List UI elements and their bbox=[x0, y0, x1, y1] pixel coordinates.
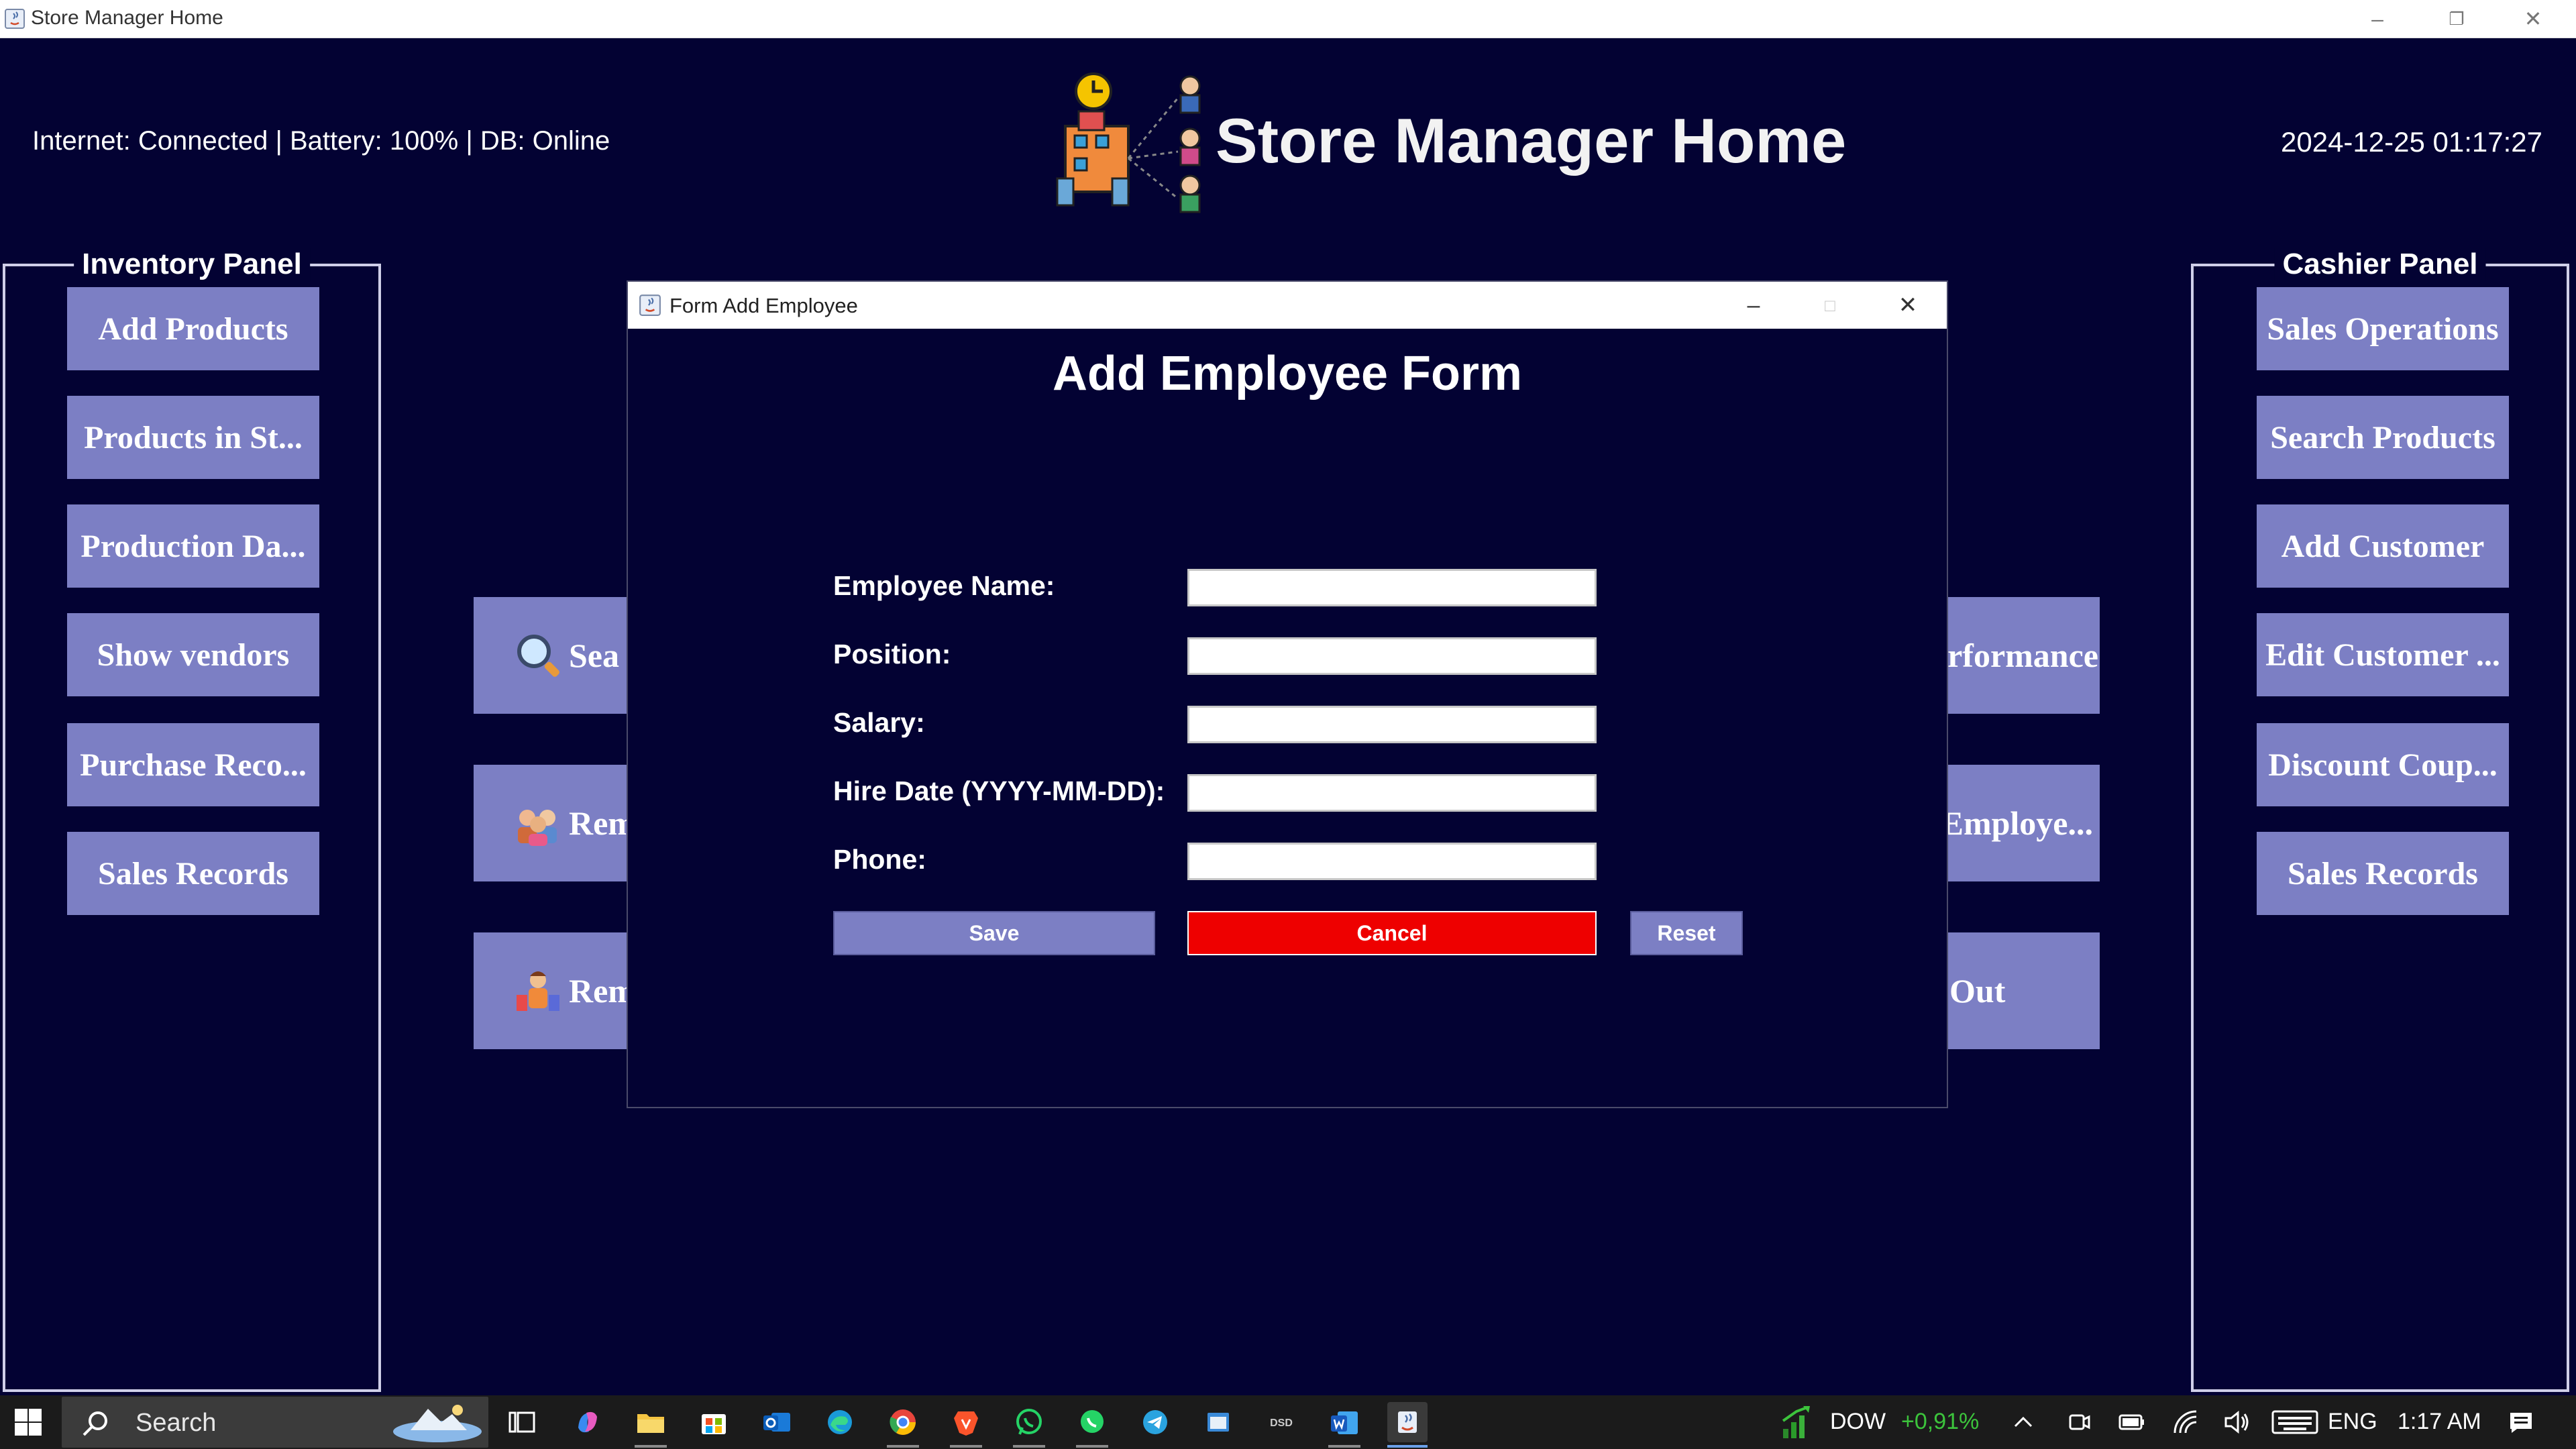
dialog-window-title: Form Add Employee bbox=[669, 294, 858, 317]
java-app-icon bbox=[5, 9, 25, 29]
show-vendors-button[interactable]: Show vendors bbox=[67, 613, 319, 696]
cashier-sales-records-button[interactable]: Sales Records bbox=[2257, 832, 2509, 915]
search-employee-tile-label: Sea bbox=[569, 637, 619, 674]
salary-label: Salary: bbox=[833, 707, 925, 738]
brave-icon[interactable] bbox=[946, 1402, 986, 1448]
production-data-button[interactable]: Production Da... bbox=[67, 504, 319, 588]
notifications-icon[interactable] bbox=[2508, 1409, 2534, 1436]
remove-customer-tile-label: Rem bbox=[569, 972, 636, 1010]
svg-text:DSD: DSD bbox=[1270, 1417, 1293, 1429]
form-title: Add Employee Form bbox=[1052, 347, 1523, 400]
remove-employee-tile-label: Rem bbox=[569, 804, 636, 842]
edit-customer-button[interactable]: Edit Customer ... bbox=[2257, 613, 2509, 696]
hire-date-label: Hire Date (YYYY-MM-DD): bbox=[833, 775, 1165, 806]
cashier-panel-title: Cashier Panel bbox=[2274, 248, 2486, 281]
employee-name-input[interactable] bbox=[1187, 569, 1597, 606]
position-label: Position: bbox=[833, 639, 951, 669]
datetime-display: 2024-12-25 01:17:27 bbox=[2281, 126, 2542, 158]
performance-tile-label: rformance bbox=[1947, 637, 2098, 674]
position-input[interactable] bbox=[1187, 637, 1597, 675]
dsd-app-icon[interactable]: DSD bbox=[1261, 1402, 1301, 1442]
phone-input[interactable] bbox=[1187, 843, 1597, 880]
inventory-sales-records-button[interactable]: Sales Records bbox=[67, 832, 319, 915]
add-products-button[interactable]: Add Products bbox=[67, 287, 319, 370]
system-status: Internet: Connected | Battery: 100% | DB… bbox=[32, 126, 610, 156]
sales-operations-button[interactable]: Sales Operations bbox=[2257, 287, 2509, 370]
discount-coupons-button[interactable]: Discount Coup... bbox=[2257, 723, 2509, 806]
people-group-icon bbox=[518, 810, 557, 846]
chevron-up-icon[interactable] bbox=[2011, 1410, 2035, 1434]
file-explorer-icon[interactable] bbox=[631, 1402, 671, 1448]
window-title: Store Manager Home bbox=[31, 7, 223, 29]
taskbar-search-box[interactable]: Search bbox=[62, 1397, 488, 1448]
salary-input[interactable] bbox=[1187, 706, 1597, 743]
dialog-close-button[interactable]: ✕ bbox=[1869, 282, 1947, 329]
telegram-icon[interactable] bbox=[1135, 1402, 1175, 1442]
dialog-maximize-button[interactable]: □ bbox=[1791, 282, 1869, 329]
employee-name-label: Employee Name: bbox=[833, 570, 1055, 601]
word-icon[interactable] bbox=[1324, 1402, 1364, 1448]
employee-tile-label: Employe... bbox=[1941, 804, 2093, 842]
search-highlight-icon bbox=[393, 1405, 482, 1442]
dialog-minimize-button[interactable]: – bbox=[1715, 282, 1792, 329]
search-products-button[interactable]: Search Products bbox=[2257, 396, 2509, 479]
taskbar: Search DSD DOW +0,91% ENG 1:17 AM bbox=[0, 1395, 2576, 1449]
wifi-icon[interactable] bbox=[2172, 1409, 2199, 1436]
close-button[interactable]: ✕ bbox=[2496, 0, 2571, 38]
language-indicator[interactable]: ENG bbox=[2328, 1409, 2377, 1435]
whatsapp-icon[interactable] bbox=[1009, 1402, 1049, 1448]
save-button[interactable]: Save bbox=[833, 911, 1155, 955]
microsoft-store-icon[interactable] bbox=[694, 1402, 734, 1442]
store-manager-logo-icon bbox=[1056, 72, 1201, 213]
meet-now-icon[interactable] bbox=[2066, 1409, 2093, 1436]
ticker-change: +0,91% bbox=[1901, 1409, 1980, 1434]
hire-date-input[interactable] bbox=[1187, 774, 1597, 812]
search-icon bbox=[83, 1411, 107, 1436]
ticker-name: DOW bbox=[1830, 1409, 1886, 1434]
restore-button[interactable]: ❐ bbox=[2419, 0, 2494, 38]
app-window-icon[interactable] bbox=[1198, 1402, 1238, 1442]
keyboard-icon[interactable] bbox=[2271, 1409, 2318, 1436]
window-titlebar: Store Manager Home – ❐ ✕ bbox=[0, 0, 2576, 38]
battery-icon[interactable] bbox=[2117, 1409, 2147, 1436]
edge-icon[interactable] bbox=[820, 1402, 860, 1442]
dialog-titlebar: Form Add Employee – □ ✕ bbox=[628, 282, 1947, 329]
taskbar-clock[interactable]: 1:17 AM bbox=[2398, 1409, 2481, 1435]
copilot-icon[interactable] bbox=[568, 1402, 608, 1442]
log-out-tile-label: Out bbox=[1949, 972, 2006, 1010]
java-taskbar-icon[interactable] bbox=[1387, 1402, 1428, 1448]
purchase-records-button[interactable]: Purchase Reco... bbox=[67, 723, 319, 806]
task-view-icon[interactable] bbox=[502, 1402, 542, 1442]
magnifier-icon bbox=[517, 635, 559, 677]
add-customer-button[interactable]: Add Customer bbox=[2257, 504, 2509, 588]
minimize-button[interactable]: – bbox=[2340, 0, 2415, 38]
shopper-icon bbox=[517, 971, 559, 1011]
phone-label: Phone: bbox=[833, 844, 926, 875]
stock-up-icon[interactable] bbox=[1780, 1405, 1817, 1440]
taskbar-search-label: Search bbox=[136, 1409, 217, 1437]
app-title: Store Manager Home bbox=[1216, 105, 1847, 176]
java-app-icon bbox=[639, 294, 661, 316]
add-employee-dialog: Form Add Employee – □ ✕ Add Employee For… bbox=[627, 280, 1948, 1108]
windows-start-icon[interactable] bbox=[13, 1407, 43, 1437]
cancel-button[interactable]: Cancel bbox=[1187, 911, 1597, 955]
volume-icon[interactable] bbox=[2223, 1409, 2253, 1436]
whatsapp-business-icon[interactable] bbox=[1072, 1402, 1112, 1448]
inventory-panel-title: Inventory Panel bbox=[74, 248, 310, 281]
chrome-icon[interactable] bbox=[883, 1402, 923, 1448]
products-in-stock-button[interactable]: Products in St... bbox=[67, 396, 319, 479]
outlook-icon[interactable] bbox=[757, 1402, 797, 1442]
reset-button[interactable]: Reset bbox=[1630, 911, 1743, 955]
